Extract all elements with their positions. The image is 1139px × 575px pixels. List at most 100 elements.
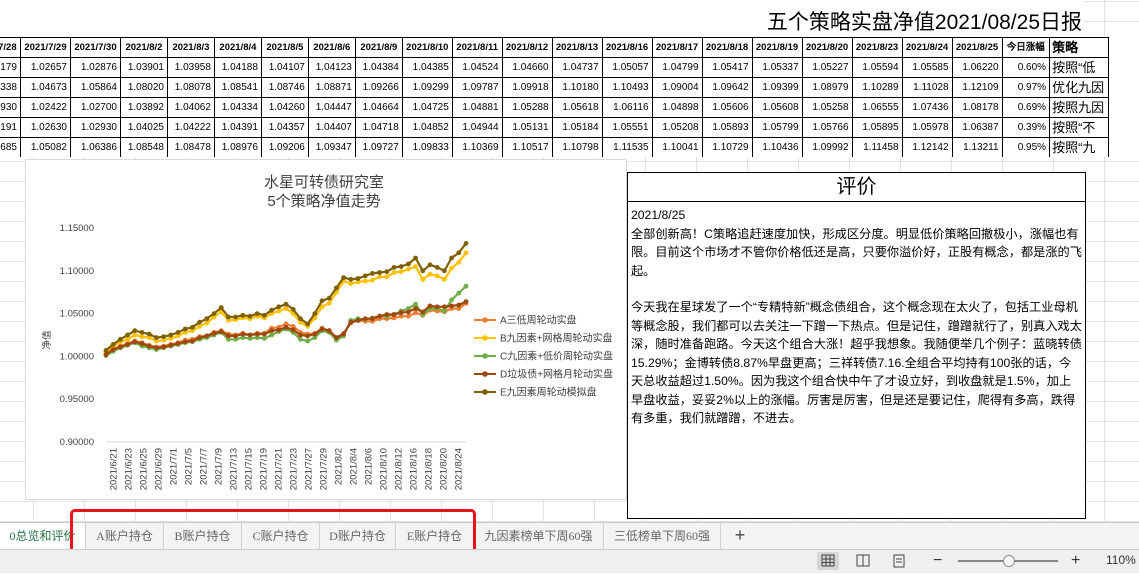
nav-value-cell[interactable]: 1.10493: [601, 77, 653, 98]
nav-value-cell[interactable]: 1.04357: [260, 117, 309, 138]
nav-value-cell[interactable]: 1.04384: [354, 57, 403, 78]
nav-value-cell[interactable]: 1.11535: [601, 137, 653, 157]
zoom-in-button[interactable]: +: [1071, 550, 1080, 572]
nav-value-cell[interactable]: 1.08746: [260, 77, 309, 98]
nav-value-cell[interactable]: 1.09787: [451, 77, 503, 98]
nav-value-cell[interactable]: 1.02700: [70, 97, 121, 118]
nav-value-cell[interactable]: 1.04898: [651, 97, 703, 118]
nav-value-cell[interactable]: 1.05258: [801, 97, 853, 118]
header-cell[interactable]: 2021/8/23: [851, 37, 903, 58]
nav-value-cell[interactable]: 1.05978: [901, 117, 953, 138]
nav-value-cell[interactable]: 1.04222: [166, 117, 215, 138]
nav-value-cell[interactable]: 1.03685: [0, 137, 21, 157]
nav-value-cell[interactable]: 1.07436: [901, 97, 953, 118]
header-cell[interactable]: 2021/8/6: [307, 37, 356, 58]
header-cell[interactable]: 2021/8/16: [601, 37, 653, 58]
nav-value-cell[interactable]: 1.05864: [70, 77, 121, 98]
header-cell[interactable]: 2021/8/11: [451, 37, 503, 58]
nav-value-cell[interactable]: 1.09299: [401, 77, 453, 98]
header-cell[interactable]: 2021/8/24: [901, 37, 953, 58]
header-cell[interactable]: 2021/7/29: [20, 37, 71, 58]
nav-value-cell[interactable]: 1.04524: [451, 57, 503, 78]
nav-value-cell[interactable]: 1.06386: [70, 137, 121, 157]
header-cell[interactable]: 2021/8/20: [801, 37, 853, 58]
nav-value-cell[interactable]: 1.10517: [501, 137, 553, 157]
nav-value-cell[interactable]: 1.08020: [120, 77, 168, 98]
header-cell[interactable]: 2021/8/4: [213, 37, 262, 58]
zoom-level[interactable]: 110%: [1106, 553, 1136, 567]
nav-value-cell[interactable]: 1.09399: [751, 77, 803, 98]
nav-value-cell[interactable]: 1.09642: [701, 77, 753, 98]
header-cell[interactable]: 2021/8/13: [551, 37, 603, 58]
nav-value-cell[interactable]: 1.10436: [751, 137, 803, 157]
daily-change-cell[interactable]: 0.69%: [1001, 97, 1051, 118]
nav-value-cell[interactable]: 1.02876: [70, 57, 121, 78]
header-cell[interactable]: 今日涨幅: [1001, 37, 1051, 58]
nav-value-cell[interactable]: 1.04385: [401, 57, 453, 78]
nav-value-cell[interactable]: 1.08478: [166, 137, 215, 157]
nav-value-cell[interactable]: 1.02179: [0, 57, 21, 78]
review-panel[interactable]: 评价 2021/8/25 全部创新高！C策略追赶速度加快，形成区分度。明显低价策…: [627, 172, 1086, 519]
nav-value-cell[interactable]: 1.08541: [213, 77, 262, 98]
nav-value-cell[interactable]: 1.04391: [213, 117, 262, 138]
nav-value-cell[interactable]: 1.02422: [20, 97, 71, 118]
nav-value-cell[interactable]: 1.08178: [951, 97, 1003, 118]
nav-value-cell[interactable]: 1.03892: [120, 97, 168, 118]
strategy-cell[interactable]: 优化九因: [1049, 77, 1109, 98]
nav-value-cell[interactable]: 1.04107: [260, 57, 309, 78]
nav-value-cell[interactable]: 1.05288: [501, 97, 553, 118]
header-cell[interactable]: 策略: [1049, 37, 1109, 58]
nav-value-cell[interactable]: 1.10369: [451, 137, 503, 157]
nav-value-cell[interactable]: 1.05594: [851, 57, 903, 78]
nav-value-cell[interactable]: 1.08871: [307, 77, 356, 98]
nav-value-cell[interactable]: 1.09266: [354, 77, 403, 98]
header-cell[interactable]: 2021/8/17: [651, 37, 703, 58]
nav-value-cell[interactable]: 1.09347: [307, 137, 356, 157]
header-cell[interactable]: 2021/8/18: [701, 37, 753, 58]
nav-value-cell[interactable]: 1.04664: [354, 97, 403, 118]
nav-value-cell[interactable]: 1.12142: [901, 137, 953, 157]
nav-value-cell[interactable]: 1.09918: [501, 77, 553, 98]
nav-value-cell[interactable]: 1.10798: [551, 137, 603, 157]
page-break-view-button[interactable]: [888, 552, 910, 570]
nav-value-cell[interactable]: 1.05184: [551, 117, 603, 138]
nav-value-cell[interactable]: 1.05057: [601, 57, 653, 78]
nav-value-cell[interactable]: 1.09727: [354, 137, 403, 157]
nav-value-cell[interactable]: 1.05608: [751, 97, 803, 118]
nav-value-cell[interactable]: 1.04334: [213, 97, 262, 118]
nav-value-cell[interactable]: 1.10729: [701, 137, 753, 157]
nav-value-cell[interactable]: 1.09004: [651, 77, 703, 98]
nav-value-cell[interactable]: 1.02657: [20, 57, 71, 78]
nav-value-cell[interactable]: 1.10041: [651, 137, 703, 157]
nav-value-cell[interactable]: 1.04944: [451, 117, 503, 138]
daily-change-cell[interactable]: 0.60%: [1001, 57, 1051, 78]
nav-value-cell[interactable]: 1.08078: [166, 77, 215, 98]
header-cell[interactable]: 2021/8/3: [166, 37, 215, 58]
daily-change-cell[interactable]: 0.39%: [1001, 117, 1051, 138]
nav-value-cell[interactable]: 1.04737: [551, 57, 603, 78]
normal-view-button[interactable]: [817, 552, 839, 570]
nav-value-cell[interactable]: 1.04025: [120, 117, 168, 138]
nav-value-cell[interactable]: 1.04123: [307, 57, 356, 78]
nav-value-cell[interactable]: 1.09206: [260, 137, 309, 157]
nav-value-cell[interactable]: 1.04673: [20, 77, 71, 98]
nav-value-cell[interactable]: 1.04188: [213, 57, 262, 78]
nav-value-cell[interactable]: 1.09833: [401, 137, 453, 157]
nav-value-cell[interactable]: 1.05208: [651, 117, 703, 138]
header-cell[interactable]: 2021/7/30: [70, 37, 121, 58]
nav-value-cell[interactable]: 1.04799: [651, 57, 703, 78]
nav-value-cell[interactable]: 1.05417: [701, 57, 753, 78]
header-cell[interactable]: 2021/8/2: [120, 37, 168, 58]
nav-value-cell[interactable]: 1.06116: [601, 97, 653, 118]
nav-value-cell[interactable]: 1.03901: [120, 57, 168, 78]
header-cell[interactable]: 2021/7/28: [0, 37, 21, 58]
nav-value-cell[interactable]: 1.11458: [851, 137, 903, 157]
nav-value-cell[interactable]: 1.04725: [401, 97, 453, 118]
nav-value-cell[interactable]: 1.10289: [851, 77, 903, 98]
header-cell[interactable]: 2021/8/10: [401, 37, 453, 58]
nav-value-cell[interactable]: 1.05551: [601, 117, 653, 138]
zoom-out-button[interactable]: −: [933, 550, 942, 572]
nav-value-cell[interactable]: 1.08548: [120, 137, 168, 157]
nav-value-cell[interactable]: 1.04881: [451, 97, 503, 118]
header-cell[interactable]: 2021/8/12: [501, 37, 553, 58]
